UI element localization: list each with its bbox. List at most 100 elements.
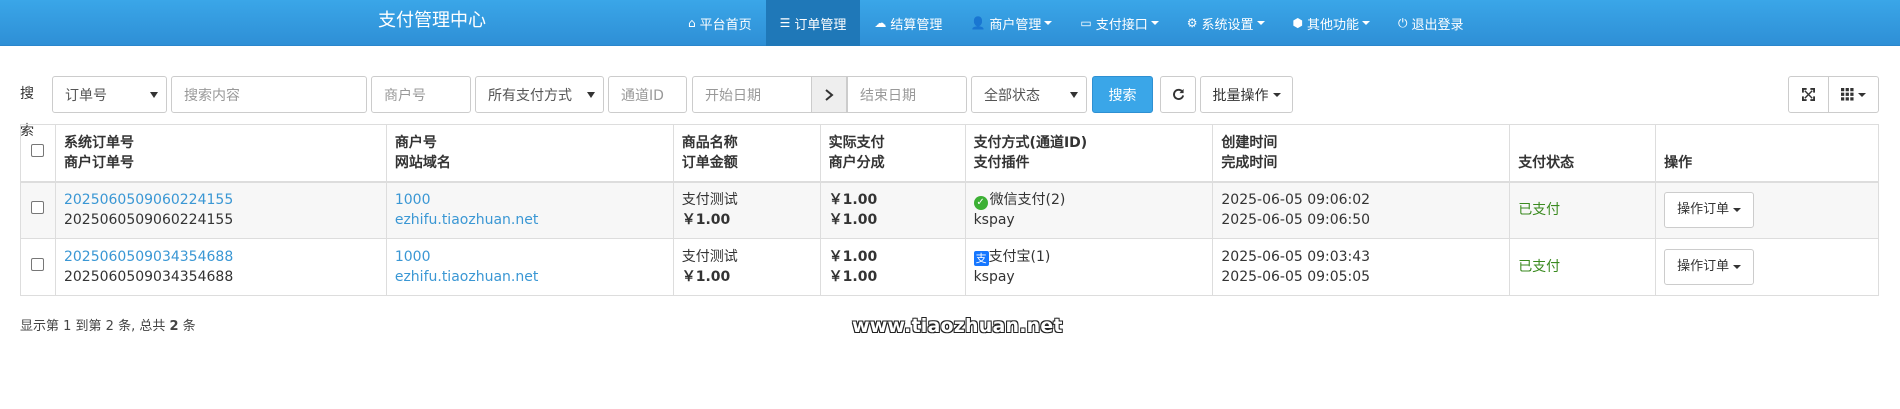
header-label: 实际支付 xyxy=(828,134,885,151)
nav-item-4[interactable]: ▭ 支付接口 xyxy=(1066,0,1172,46)
header-amount[interactable]: 实际支付 商户分成 xyxy=(819,124,966,183)
order-amount: ￥1.00 xyxy=(681,269,731,285)
gear-icon: ⚙ xyxy=(1186,16,1198,30)
batch-ops-button[interactable]: 批量操作 xyxy=(1200,76,1293,113)
actions-cell: 操作订单 xyxy=(1655,238,1879,296)
order-actions-button[interactable]: 操作订单 xyxy=(1664,249,1755,285)
nav-item-label: 其他功能 xyxy=(1307,17,1360,33)
nav-item-6[interactable]: ⬢ 其他功能 xyxy=(1279,0,1385,46)
caret-down-icon xyxy=(1362,21,1371,25)
fullscreen-button[interactable] xyxy=(1788,76,1829,113)
start-date-input[interactable]: 开始日期 xyxy=(692,76,812,113)
order-no-cell: 2025060509060224155 2025060509060224155 xyxy=(54,181,387,239)
row-checkbox[interactable] xyxy=(31,258,45,271)
channel-id-input[interactable]: 通道ID xyxy=(608,76,687,113)
nav-item-label: 商户管理 xyxy=(989,17,1042,33)
product-cell: 支付测试 ￥1.00 xyxy=(672,238,821,296)
header-pay-method[interactable]: 支付方式(通道ID) 支付插件 xyxy=(964,124,1214,183)
merchant-id-link[interactable]: 1000 xyxy=(395,247,665,267)
home-icon: ⌂ xyxy=(688,16,696,30)
search-field-value: 订单号 xyxy=(65,87,107,104)
header-label: 支付状态 xyxy=(1518,154,1575,171)
search-field-select[interactable]: 订单号 xyxy=(52,76,167,113)
domain-link[interactable]: ezhifu.tiaozhuan.net xyxy=(395,267,665,287)
header-product[interactable]: 商品名称 订单金额 xyxy=(672,124,821,183)
fullscreen-icon xyxy=(1802,88,1815,101)
time-cell: 2025-06-05 09:03:43 2025-06-05 09:05:05 xyxy=(1212,238,1511,296)
status-select[interactable]: 全部状态 xyxy=(971,76,1087,113)
end-date-input[interactable]: 结束日期 xyxy=(847,76,967,113)
merchant-share: ￥1.00 xyxy=(828,269,878,285)
refresh-button[interactable] xyxy=(1160,76,1196,113)
out-trade-no: 2025060509060224155 xyxy=(63,212,234,229)
alipay-icon: 支 xyxy=(973,251,989,266)
search-button[interactable]: 搜索 xyxy=(1092,76,1153,113)
create-time: 2025-06-05 09:03:43 xyxy=(1221,249,1371,265)
watermark-text: www.tiaozhuan.net xyxy=(852,315,1063,337)
trade-no-link[interactable]: 2025060509034354688 xyxy=(64,247,378,267)
table-header-row: 系统订单号 商户订单号 商户号 网站域名 商品名称 订单金额 实际支付 商户分成 支付方… xyxy=(20,124,1879,183)
merchant-id-link[interactable]: 1000 xyxy=(395,190,665,210)
pay-type-select[interactable]: 所有支付方式 xyxy=(475,76,604,113)
merchant-share: ￥1.00 xyxy=(828,212,878,229)
header-time[interactable]: 创建时间 完成时间 xyxy=(1212,124,1511,183)
order-actions-button[interactable]: 操作订单 xyxy=(1664,192,1755,229)
nav-item-label: 系统设置 xyxy=(1201,17,1254,33)
product-cell: 支付测试 ￥1.00 xyxy=(672,181,821,239)
search-label: 搜索 xyxy=(20,86,34,139)
orders-table: 系统订单号 商户订单号 商户号 网站域名 商品名称 订单金额 实际支付 商户分成 支付方… xyxy=(20,124,1879,296)
header-label: 支付方式(通道ID) xyxy=(973,134,1088,151)
actions-cell: 操作订单 xyxy=(1655,181,1879,239)
nav-item-2[interactable]: ☁ 结算管理 xyxy=(860,0,956,46)
trade-no-link[interactable]: 2025060509060224155 xyxy=(64,190,378,210)
chevron-down-icon xyxy=(1070,92,1078,98)
header-actions: 操作 xyxy=(1655,124,1879,183)
order-actions-label: 操作订单 xyxy=(1677,202,1730,218)
user-icon: 👤 xyxy=(970,16,986,30)
nav-item-label: 退出登录 xyxy=(1411,17,1464,33)
order-no-cell: 2025060509034354688 2025060509034354688 xyxy=(54,238,387,296)
nav-item-1[interactable]: ☰ 订单管理 xyxy=(765,0,861,46)
cube-icon: ⬢ xyxy=(1292,16,1304,30)
real-pay-amount: ￥1.00 xyxy=(828,192,878,209)
caret-down-icon xyxy=(1733,265,1742,269)
grid-icon xyxy=(1841,88,1854,101)
merchant-id-input[interactable]: 商户号 xyxy=(371,76,471,113)
refresh-icon xyxy=(1172,88,1184,100)
main-nav: ⌂ 平台首页 ☰ 订单管理 ☁ 结算管理 👤 商户管理 ▭ 支付接口 ⚙ 系统设置 ⬢ 其他功能 ⏻ 退出登录 xyxy=(674,0,1478,46)
header-label: 商户号 xyxy=(394,134,437,151)
nav-item-0[interactable]: ⌂ 平台首页 xyxy=(674,0,766,46)
order-amount: ￥1.00 xyxy=(681,212,731,229)
pagination-text: 显示第 1 到第 2 条, 总共 xyxy=(20,319,170,334)
header-order-no[interactable]: 系统订单号 商户订单号 xyxy=(54,124,387,183)
header-merchant[interactable]: 商户号 网站域名 xyxy=(385,124,674,183)
nav-item-7[interactable]: ⏻ 退出登录 xyxy=(1384,0,1478,46)
top-navbar: 支付管理中心 ⌂ 平台首页 ☰ 订单管理 ☁ 结算管理 👤 商户管理 ▭ 支付接口 ⚙ 系统设置 ⬢ 其他… xyxy=(0,0,1900,46)
nav-item-3[interactable]: 👤 商户管理 xyxy=(956,0,1066,46)
header-label: 支付插件 xyxy=(973,154,1030,171)
domain-link[interactable]: ezhifu.tiaozhuan.net xyxy=(395,210,665,230)
status-cell: 已支付 xyxy=(1509,238,1657,296)
pay-method-cell: 支支付宝(1) kspay xyxy=(964,238,1214,296)
finish-time: 2025-06-05 09:06:50 xyxy=(1221,212,1371,229)
columns-toggle-button[interactable] xyxy=(1828,76,1879,113)
merchant-cell: 1000 ezhifu.tiaozhuan.net xyxy=(385,238,674,296)
caret-down-icon xyxy=(1044,21,1053,25)
wechat-pay-icon: ✓ xyxy=(973,196,988,211)
header-status[interactable]: 支付状态 xyxy=(1509,124,1657,183)
nav-item-5[interactable]: ⚙ 系统设置 xyxy=(1173,0,1279,46)
keyword-input[interactable]: 搜索内容 xyxy=(171,76,367,113)
row-select-cell xyxy=(20,181,56,239)
amount-cell: ￥1.00 ￥1.00 xyxy=(819,238,966,296)
row-checkbox[interactable] xyxy=(31,201,45,215)
brand-title[interactable]: 支付管理中心 xyxy=(378,10,486,32)
select-all-checkbox[interactable] xyxy=(31,143,45,157)
pay-type-label: 微信支付(2) xyxy=(989,192,1066,209)
row-select-cell xyxy=(20,238,56,296)
nav-item-label: 订单管理 xyxy=(794,17,847,33)
status-cell: 已支付 xyxy=(1509,181,1657,239)
caret-down-icon xyxy=(1733,208,1742,213)
header-label: 完成时间 xyxy=(1221,154,1278,171)
header-label: 商品名称 xyxy=(681,134,738,151)
header-label: 创建时间 xyxy=(1221,134,1278,151)
